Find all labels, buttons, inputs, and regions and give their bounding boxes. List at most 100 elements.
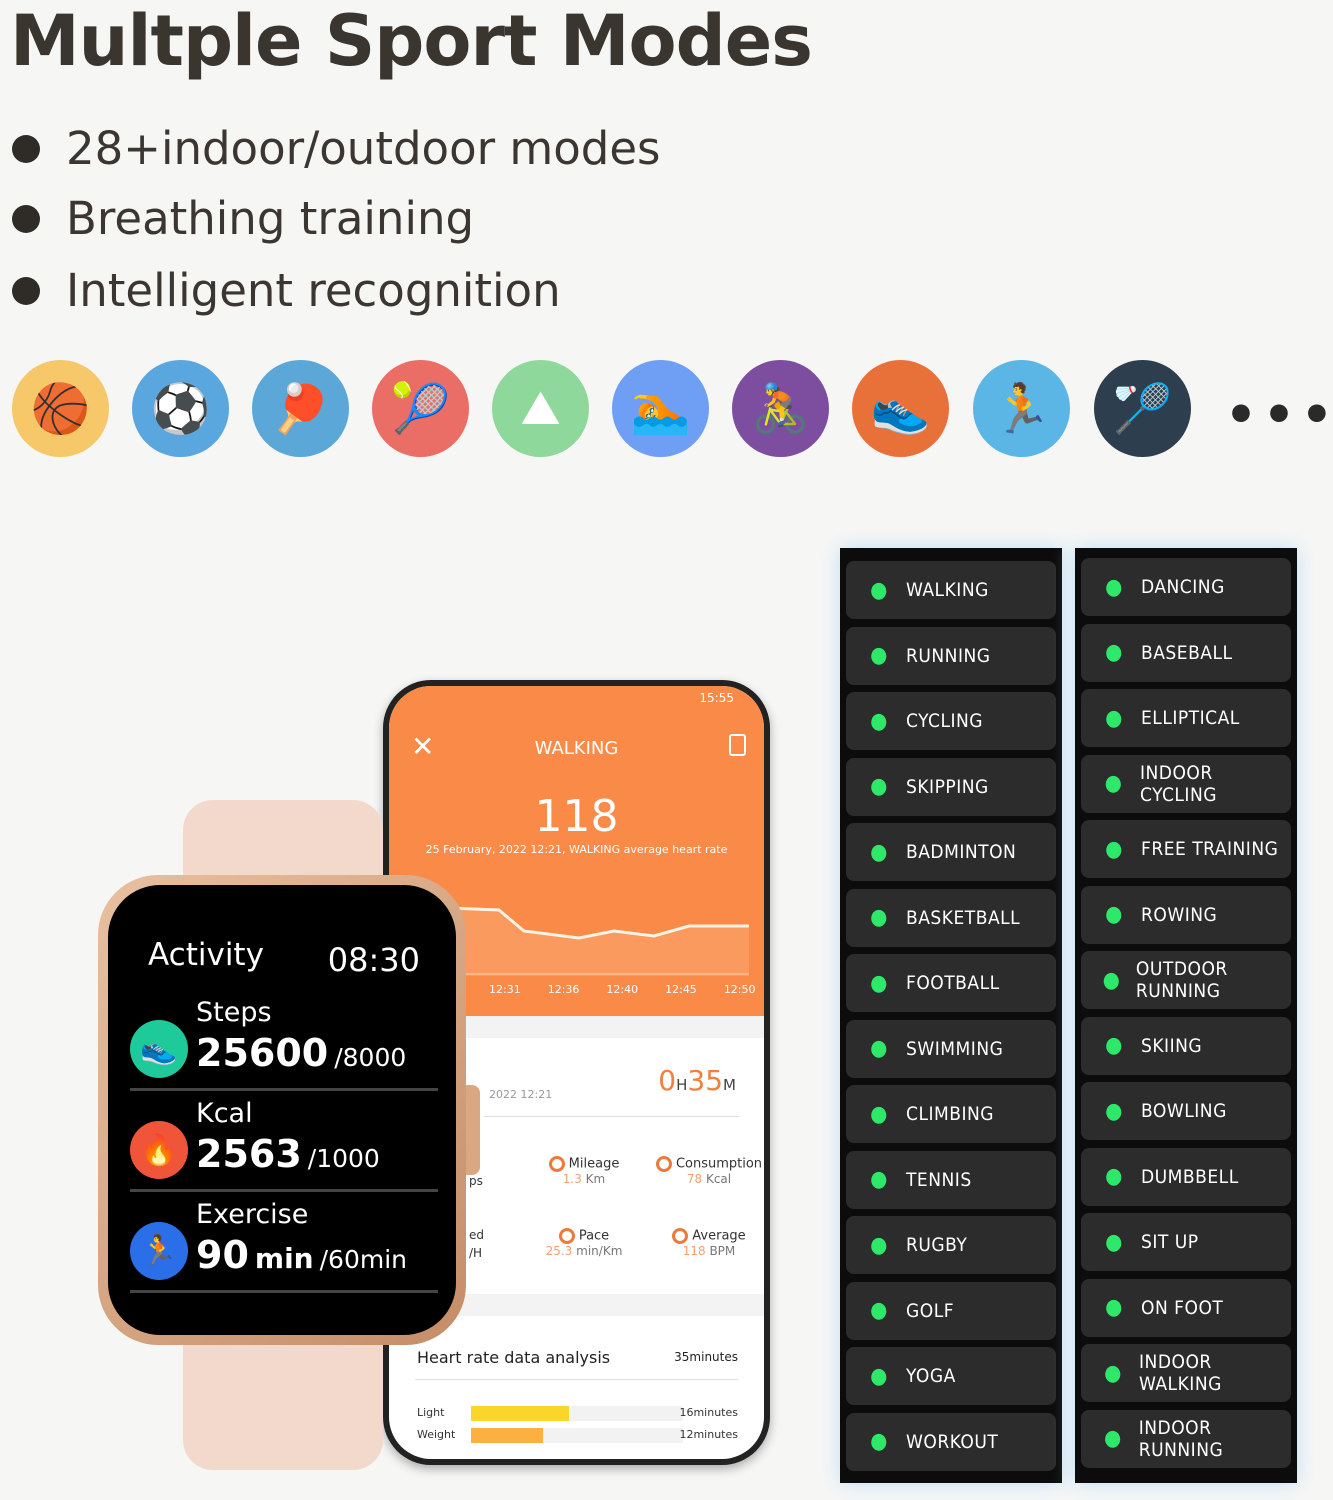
stat-consumption: Consumption 78 Kcal — [654, 1156, 764, 1186]
sport-mode-icon: ● — [870, 708, 888, 734]
stat-icon — [672, 1228, 689, 1244]
workout-title: WALKING — [534, 738, 619, 759]
sport-mode-label: SIT UP — [1141, 1231, 1199, 1253]
x-tick-label: 12:31 — [489, 983, 521, 996]
soccer-ball-icon: ⚽ — [132, 360, 229, 457]
sport-mode-sit-up[interactable]: ● SIT UP — [1081, 1213, 1291, 1271]
sport-mode-indoor-walking[interactable]: ● INDOOR WALKING — [1081, 1344, 1291, 1402]
stat-unit: min/Km — [576, 1244, 623, 1258]
stat-icon — [655, 1156, 672, 1172]
divider — [130, 1290, 438, 1293]
stat-unit: Kcal — [705, 1172, 732, 1186]
sport-mode-label: ON FOOT — [1141, 1296, 1224, 1319]
divider — [130, 1189, 438, 1192]
sport-mode-icon: ● — [870, 1429, 888, 1454]
zone-bar-fill — [471, 1406, 569, 1421]
heart-rate-value: 118 — [534, 791, 619, 842]
sport-mode-icon: ● — [870, 839, 888, 865]
sport-mode-label: SKIING — [1141, 1034, 1203, 1057]
flame-icon: 🔥 — [130, 1121, 188, 1179]
more-icon: ••• — [1225, 386, 1333, 444]
sport-mode-football[interactable]: ● FOOTBALL — [846, 954, 1056, 1012]
stat-icon — [548, 1156, 565, 1172]
stat-label: Mileage — [568, 1156, 620, 1172]
x-tick-label: 12:36 — [547, 983, 580, 996]
duration: 0H35M — [658, 1064, 736, 1097]
stat-label: Pace — [578, 1228, 610, 1244]
sport-mode-icon: ● — [1105, 1229, 1123, 1255]
bullet-text: Breathing training — [66, 192, 475, 245]
stat-icon — [558, 1228, 575, 1244]
x-tick-label: 12:45 — [665, 983, 697, 996]
sport-mode-workout[interactable]: ● WORKOUT — [846, 1412, 1056, 1471]
sport-mode-badminton[interactable]: ● BADMINTON — [846, 823, 1056, 881]
sport-mode-icon: ● — [1102, 967, 1121, 993]
sport-mode-label: FREE TRAINING — [1141, 838, 1279, 860]
bullet-text: Intelligent recognition — [66, 264, 561, 317]
sport-mode-dumbbell[interactable]: ● DUMBBELL — [1081, 1147, 1291, 1206]
sport-mode-golf[interactable]: ● GOLF — [846, 1281, 1056, 1340]
stat-label-partial: ps — [469, 1174, 483, 1188]
sport-mode-dancing[interactable]: ● DANCING — [1081, 558, 1291, 616]
smartwatch: Activity 08:30 👟 Steps 25600/8000 🔥 Kcal 2563… — [98, 875, 466, 1345]
sport-mode-icon: ● — [870, 1101, 888, 1127]
stat-label: Consumption — [675, 1156, 763, 1172]
metric-label: Exercise — [196, 1199, 309, 1230]
stat-unit: BPM — [709, 1244, 736, 1258]
metric-goal: /1000 — [307, 1144, 380, 1173]
sport-mode-skiing[interactable]: ● SKIING — [1081, 1016, 1291, 1075]
stat-value: 78 — [686, 1172, 703, 1186]
stat-label: Average — [692, 1228, 746, 1244]
bullet-dot — [12, 204, 40, 233]
sport-mode-icon: ● — [870, 1036, 888, 1061]
sport-mode-icon: ● — [1105, 836, 1123, 862]
sport-mode-bowling[interactable]: ● BOWLING — [1081, 1082, 1291, 1140]
sport-mode-tennis[interactable]: ● TENNIS — [846, 1150, 1056, 1209]
sport-mode-swimming[interactable]: ● SWIMMING — [846, 1019, 1056, 1078]
sport-mode-cycling[interactable]: ● CYCLING — [846, 692, 1056, 750]
feature-bullet: 28+indoor/outdoor modes — [12, 122, 660, 175]
sport-mode-label: RUNNING — [906, 644, 991, 667]
stat-unit: Km — [585, 1172, 606, 1186]
sport-mode-icon: ● — [1104, 1360, 1122, 1386]
sport-mode-label: INDOOR WALKING — [1139, 1351, 1222, 1395]
stat-value: 118 — [682, 1244, 706, 1258]
sport-mode-basketball[interactable]: ● BASKETBALL — [846, 888, 1056, 947]
sport-mode-icon: ● — [870, 970, 888, 996]
sport-mode-running[interactable]: ● RUNNING — [846, 626, 1056, 685]
sport-mode-rowing[interactable]: ● ROWING — [1081, 885, 1291, 944]
sport-mode-label: BADMINTON — [906, 841, 1017, 863]
report-icon[interactable] — [729, 734, 746, 756]
divider — [415, 1379, 738, 1380]
sport-mode-free-training[interactable]: ● FREE TRAINING — [1081, 820, 1291, 878]
metric-label: Steps — [196, 997, 272, 1028]
sport-mode-outdoor-running[interactable]: ● OUTDOOR RUNNING — [1081, 951, 1291, 1009]
stat-pace: Pace 25.3 min/Km — [529, 1228, 639, 1258]
sport-mode-walking[interactable]: ● WALKING — [846, 561, 1056, 619]
sport-mode-label: RUGBY — [906, 1234, 968, 1256]
sport-mode-elliptical[interactable]: ● ELLIPTICAL — [1081, 689, 1291, 747]
bullet-dot — [12, 134, 40, 163]
sport-mode-label: GOLF — [906, 1299, 955, 1322]
sport-mode-icon: ● — [1105, 902, 1123, 927]
zone-value: 12minutes — [679, 1428, 738, 1441]
sport-mode-label: CYCLING — [906, 710, 984, 732]
sport-mode-baseball[interactable]: ● BASEBALL — [1081, 623, 1291, 682]
sport-mode-yoga[interactable]: ● YOGA — [846, 1347, 1056, 1405]
sport-mode-icon: ● — [1105, 640, 1123, 665]
sport-mode-climbing[interactable]: ● CLIMBING — [846, 1085, 1056, 1143]
bullet-dot — [12, 276, 40, 305]
sport-mode-indoor-cycling[interactable]: ● INDOOR CYCLING — [1081, 754, 1291, 813]
sport-mode-on-foot[interactable]: ● ON FOOT — [1081, 1278, 1291, 1337]
watch-title: Activity — [148, 937, 264, 973]
stat-average: Average 118 BPM — [654, 1228, 764, 1258]
stat-label-partial: /H — [469, 1246, 483, 1260]
sport-mode-icon: ● — [870, 577, 888, 603]
sport-mode-skipping[interactable]: ● SKIPPING — [846, 757, 1056, 816]
divider — [484, 1116, 739, 1117]
sport-mode-rugby[interactable]: ● RUGBY — [846, 1216, 1056, 1274]
sport-mode-icon: ● — [1105, 1098, 1123, 1124]
sport-mode-label: OUTDOOR RUNNING — [1135, 958, 1228, 1002]
sport-mode-indoor-running[interactable]: ● INDOOR RUNNING — [1081, 1409, 1291, 1468]
sport-mode-icon: ● — [1105, 1033, 1123, 1058]
